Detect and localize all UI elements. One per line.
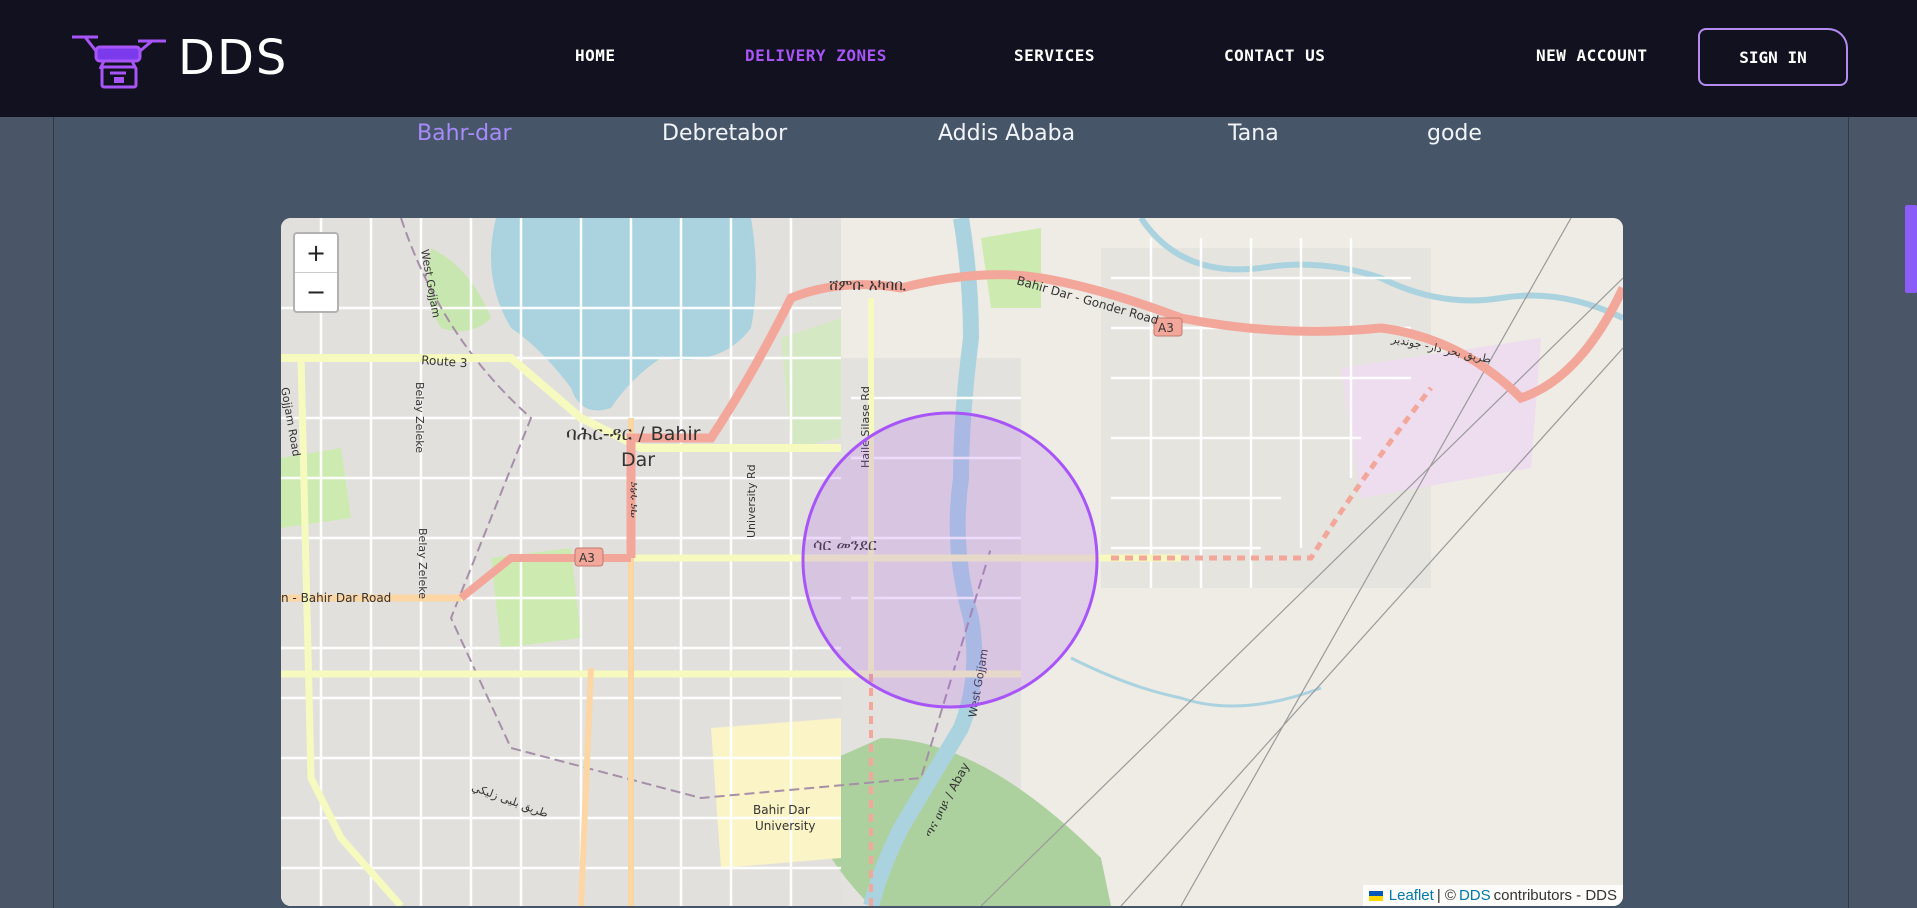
delivery-zone-circle[interactable]	[801, 411, 1099, 709]
brand[interactable]: DDS	[66, 26, 288, 90]
map-tiles[interactable]: A3 A3 ባሕር-ዳር / Bahir Dar ሳር መንደር Bahir D…	[281, 218, 1623, 906]
nav-home[interactable]: HOME	[575, 46, 616, 65]
zoom-in-button[interactable]: +	[295, 234, 337, 273]
navbar: DDS HOME DELIVERY ZONES SERVICES CONTACT…	[0, 0, 1917, 117]
road-label-belay-2: Belay Zeleke	[416, 528, 429, 599]
scrollbar-track[interactable]	[1904, 0, 1917, 908]
osm-link[interactable]: DDS	[1459, 887, 1491, 904]
map-attribution: Leaflet | © DDS contributors - DDS	[1362, 885, 1623, 906]
sign-in-button[interactable]: SIGN IN	[1698, 28, 1848, 86]
zone-tab-tana[interactable]: Tana	[1228, 121, 1279, 146]
road-label-university: University Rd	[745, 464, 758, 538]
poi-label-university: Bahir Dar	[753, 803, 810, 817]
road-label-bahir: n - Bahir Dar Road	[281, 591, 391, 605]
scrollbar-thumb[interactable]	[1905, 205, 1917, 293]
zone-tab-bahr-dar[interactable]: Bahr-dar	[417, 121, 512, 146]
attribution-separator: | ©	[1436, 887, 1456, 904]
road-label-belay-1: Belay Zeleke	[413, 382, 426, 453]
delivery-zone-map[interactable]: A3 A3 ባሕር-ዳር / Bahir Dar ሳር መንደር Bahir D…	[281, 218, 1623, 906]
road-badge-a3: A3	[579, 551, 595, 565]
zone-tab-addis-ababa[interactable]: Addis Ababa	[938, 121, 1075, 146]
attribution-suffix: contributors - DDS	[1493, 887, 1617, 904]
zone-tab-debretabor[interactable]: Debretabor	[662, 121, 787, 146]
area-label-top: ሸምቡ አካባቢ	[829, 276, 906, 294]
zoom-out-button[interactable]: −	[295, 273, 337, 311]
nav-services[interactable]: SERVICES	[1014, 46, 1095, 65]
leaflet-link[interactable]: Leaflet	[1389, 887, 1434, 904]
poi-label-university-2: University	[755, 819, 816, 833]
brand-name: DDS	[178, 30, 289, 86]
zone-tab-gode[interactable]: gode	[1427, 121, 1482, 146]
new-account-link[interactable]: NEW ACCOUNT	[1536, 46, 1647, 65]
drone-icon	[72, 35, 166, 89]
road-label-tana: ጣና ጎዳና	[627, 482, 640, 518]
city-label-2: Dar	[621, 449, 655, 471]
ukraine-flag-icon	[1368, 890, 1383, 901]
nav-delivery-zones[interactable]: DELIVERY ZONES	[745, 46, 887, 65]
nav-contact-us[interactable]: CONTACT US	[1224, 46, 1325, 65]
road-badge-a3-2: A3	[1158, 321, 1174, 335]
zoom-control: + −	[293, 232, 339, 313]
city-label: ባሕር-ዳር / Bahir	[566, 423, 701, 445]
